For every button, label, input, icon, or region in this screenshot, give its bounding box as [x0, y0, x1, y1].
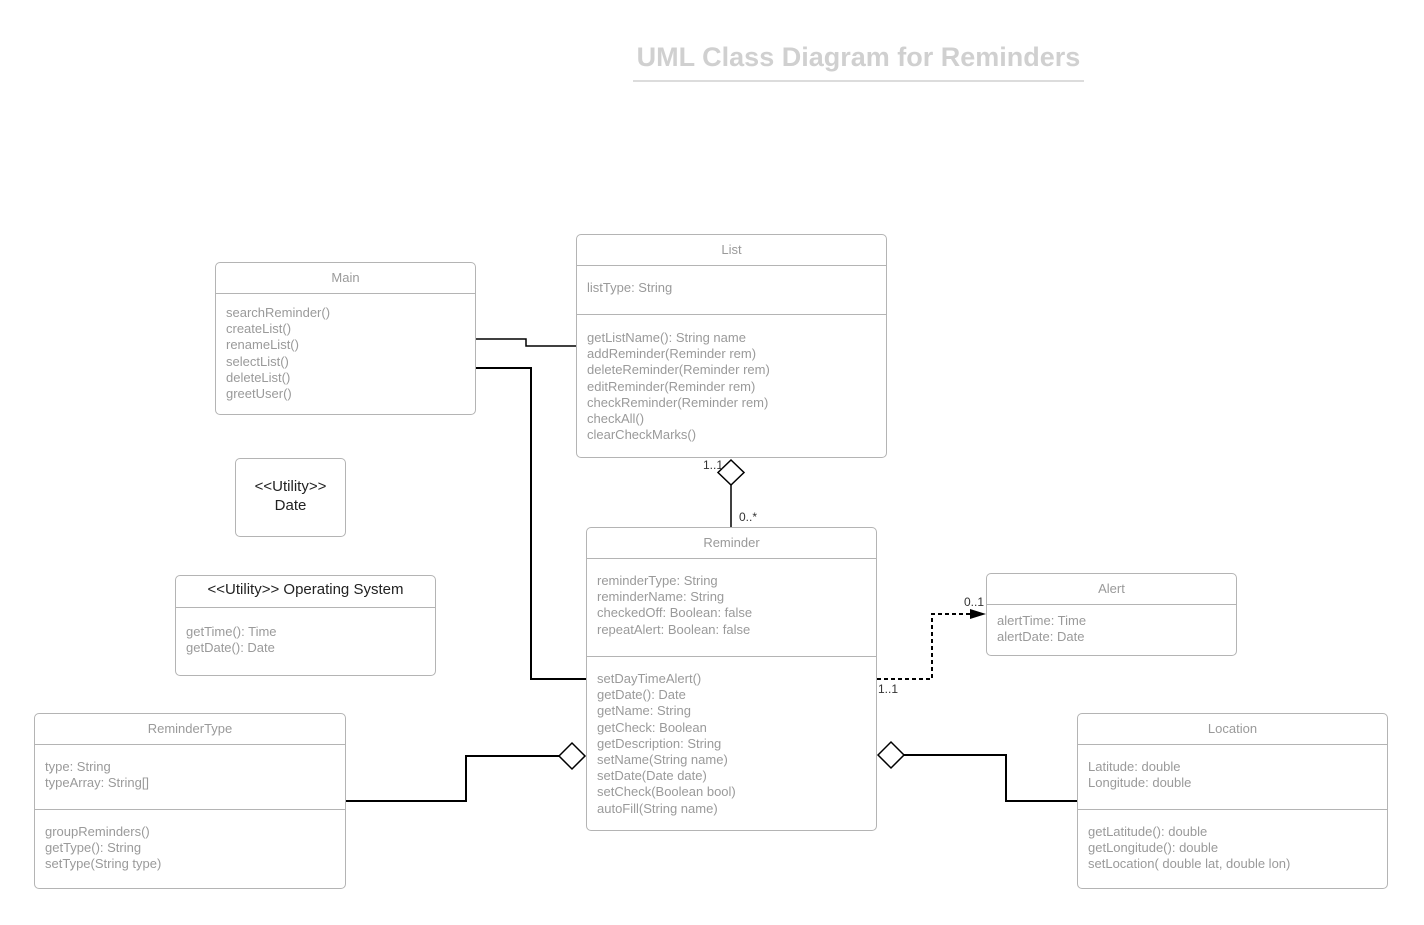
- method: getDate(): Date: [186, 640, 275, 656]
- main-class-name: Main: [216, 263, 475, 294]
- method: setDayTimeAlert(): [597, 671, 702, 686]
- multiplicity-reminder-alert: 1..1: [878, 682, 899, 696]
- attribute: alertTime: Time: [997, 613, 1087, 628]
- method: groupReminders(): [45, 824, 150, 839]
- method: deleteList(): [226, 369, 291, 385]
- remindertype-class-name: ReminderType: [35, 714, 345, 745]
- method: getType(): String: [45, 840, 142, 856]
- method: renameList(): [226, 337, 299, 353]
- location-reminder-connector: [904, 754, 1077, 802]
- method: getListName(): String name: [587, 330, 746, 345]
- method: autoFill(String name): [597, 800, 718, 816]
- remindertype-aggregation-diamond: [557, 741, 587, 771]
- reminder-methods: setDayTimeAlert() getDate(): Date getNam…: [587, 656, 876, 817]
- list-class-name: List: [577, 235, 886, 266]
- method: getDescription: String: [597, 735, 722, 751]
- main-list-connector: [476, 338, 576, 347]
- location-attributes: Latitude: double Longitude: double: [1078, 745, 1387, 809]
- attribute: listType: String: [587, 280, 673, 295]
- location-methods: getLatitude(): double getLongitude(): do…: [1078, 809, 1387, 873]
- method: setName(String name): [597, 752, 728, 768]
- main-methods: searchReminder() createList() renameList…: [216, 294, 475, 402]
- method: createList(): [226, 321, 292, 337]
- method: editReminder(Reminder rem): [587, 378, 756, 394]
- method: getDate(): Date: [597, 687, 686, 703]
- location-class-name: Location: [1078, 714, 1387, 745]
- main-reminder-connector: [476, 367, 586, 680]
- attribute: reminderType: String: [597, 573, 718, 588]
- method: clearCheckMarks(): [587, 427, 697, 443]
- location-aggregation-diamond: [876, 740, 906, 770]
- os-utility-class[interactable]: <<Utility>> Operating System getTime(): …: [175, 575, 436, 676]
- reminder-class[interactable]: Reminder reminderType: String reminderNa…: [586, 527, 877, 831]
- method: setLocation( double lat, double lon): [1088, 856, 1291, 872]
- method: getTime(): Time: [186, 624, 277, 639]
- remindertype-methods: groupReminders() getType(): String setTy…: [35, 809, 345, 873]
- main-class[interactable]: Main searchReminder() createList() renam…: [215, 262, 476, 415]
- method: deleteReminder(Reminder rem): [587, 362, 770, 378]
- alert-arrowhead: [970, 609, 986, 619]
- multiplicity-reminder: 0..*: [739, 510, 758, 524]
- method: checkReminder(Reminder rem): [587, 394, 769, 410]
- attribute: type: String: [45, 759, 111, 774]
- remindertype-reminder-connector: [346, 755, 559, 802]
- alert-attributes: alertTime: Time alertDate: Date: [987, 605, 1236, 645]
- attribute: typeArray: String[]: [45, 775, 150, 791]
- location-class[interactable]: Location Latitude: double Longitude: dou…: [1077, 713, 1388, 889]
- reminder-alert-connector: [877, 613, 970, 680]
- method: getName: String: [597, 703, 691, 719]
- reminder-class-name: Reminder: [587, 528, 876, 559]
- os-utility-name: <<Utility>> Operating System: [176, 576, 435, 608]
- method: setCheck(Boolean bool): [597, 784, 736, 800]
- attribute: repeatAlert: Boolean: false: [597, 621, 751, 637]
- method: greetUser(): [226, 386, 292, 402]
- date-utility-name: Date: [274, 497, 307, 514]
- method: selectList(): [226, 353, 289, 369]
- alert-class[interactable]: Alert alertTime: Time alertDate: Date: [986, 573, 1237, 656]
- attribute: Latitude: double: [1088, 759, 1181, 774]
- attribute: reminderName: String: [597, 589, 725, 605]
- remindertype-class[interactable]: ReminderType type: String typeArray: Str…: [34, 713, 346, 889]
- method: searchReminder(): [226, 305, 331, 320]
- method: getCheck: Boolean: [597, 719, 707, 735]
- list-class[interactable]: List listType: String getListName(): Str…: [576, 234, 887, 458]
- list-attributes: listType: String: [577, 266, 886, 314]
- list-methods: getListName(): String name addReminder(R…: [577, 314, 886, 443]
- method: setDate(Date date): [597, 768, 707, 784]
- date-utility-class[interactable]: <<Utility>> Date: [235, 458, 346, 537]
- method: checkAll(): [587, 411, 645, 427]
- reminder-attributes: reminderType: String reminderName: Strin…: [587, 559, 876, 656]
- multiplicity-alert: 0..1: [964, 595, 985, 609]
- alert-class-name: Alert: [987, 574, 1236, 605]
- remindertype-attributes: type: String typeArray: String[]: [35, 745, 345, 809]
- multiplicity-list: 1..1: [703, 458, 724, 472]
- os-utility-methods: getTime(): Time getDate(): Date: [176, 608, 435, 656]
- attribute: checkedOff: Boolean: false: [597, 605, 753, 621]
- date-utility-stereotype: <<Utility>>: [254, 478, 327, 495]
- method: setType(String type): [45, 856, 162, 872]
- method: getLatitude(): double: [1088, 824, 1208, 839]
- attribute: Longitude: double: [1088, 775, 1192, 791]
- attribute: alertDate: Date: [997, 629, 1085, 645]
- method: getLongitude(): double: [1088, 840, 1219, 856]
- method: addReminder(Reminder rem): [587, 346, 757, 362]
